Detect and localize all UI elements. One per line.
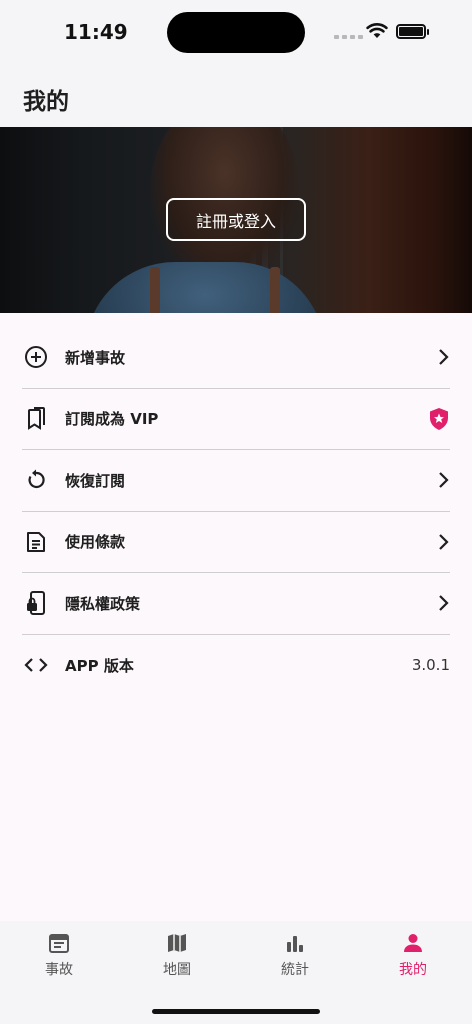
- status-bar: 11:49: [0, 0, 472, 70]
- menu-item-add-incident[interactable]: 新增事故: [22, 327, 450, 389]
- app-version-value: 3.0.1: [411, 656, 450, 675]
- code-icon: [22, 651, 50, 679]
- tab-label: 事故: [45, 962, 73, 978]
- tab-statistics[interactable]: 統計: [236, 931, 354, 979]
- tab-label: 地圖: [163, 962, 191, 978]
- calendar-icon: [49, 934, 69, 953]
- settings-menu: 新增事故 訂閱成為 VIP 恢復訂閱 使用條款 隱私權政策 APP 版本 3.0…: [22, 327, 450, 696]
- bookmarks-icon: [22, 405, 50, 433]
- menu-item-label: APP 版本: [65, 656, 134, 675]
- bottom-tab-bar: 事故 地圖 統計 我的: [0, 921, 472, 1024]
- vip-badge-icon: [428, 407, 450, 431]
- menu-item-app-version: APP 版本 3.0.1: [22, 635, 450, 697]
- tab-label: 我的: [399, 962, 427, 978]
- bar-chart-icon: [287, 936, 303, 952]
- menu-item-terms-of-use[interactable]: 使用條款: [22, 512, 450, 573]
- dynamic-island: [167, 12, 305, 53]
- document-icon: [22, 528, 50, 556]
- menu-item-label: 隱私權政策: [65, 594, 141, 613]
- refresh-icon: [22, 466, 50, 494]
- home-indicator: [152, 1009, 320, 1014]
- battery-icon: [396, 24, 429, 39]
- menu-item-privacy-policy[interactable]: 隱私權政策: [22, 573, 450, 635]
- login-register-button[interactable]: 註冊或登入: [166, 198, 306, 241]
- chevron-right-icon: [438, 594, 450, 612]
- menu-item-label: 恢復訂閱: [65, 471, 126, 490]
- menu-item-restore-subscription[interactable]: 恢復訂閱: [22, 450, 450, 512]
- menu-item-label: 新增事故: [65, 348, 126, 367]
- cellular-signal-icon: [334, 35, 363, 39]
- menu-item-label: 使用條款: [65, 533, 126, 552]
- menu-item-subscribe-vip[interactable]: 訂閱成為 VIP: [22, 389, 450, 450]
- page-title: 我的: [23, 89, 69, 115]
- tab-profile[interactable]: 我的: [354, 931, 472, 979]
- status-time: 11:49: [64, 20, 128, 44]
- plus-circle-icon: [22, 343, 50, 371]
- tab-label: 統計: [281, 962, 309, 978]
- menu-item-label: 訂閱成為 VIP: [65, 410, 159, 429]
- person-icon: [404, 934, 422, 952]
- chevron-right-icon: [438, 471, 450, 489]
- tab-incidents[interactable]: 事故: [0, 931, 118, 979]
- chevron-right-icon: [438, 533, 450, 551]
- chevron-right-icon: [438, 348, 450, 366]
- tab-map[interactable]: 地圖: [118, 931, 236, 979]
- wifi-icon: [366, 23, 388, 38]
- app-header: 我的: [0, 70, 472, 127]
- phone-lock-icon: [22, 589, 50, 617]
- profile-hero-banner: 註冊或登入: [0, 127, 472, 313]
- map-icon: [168, 934, 186, 952]
